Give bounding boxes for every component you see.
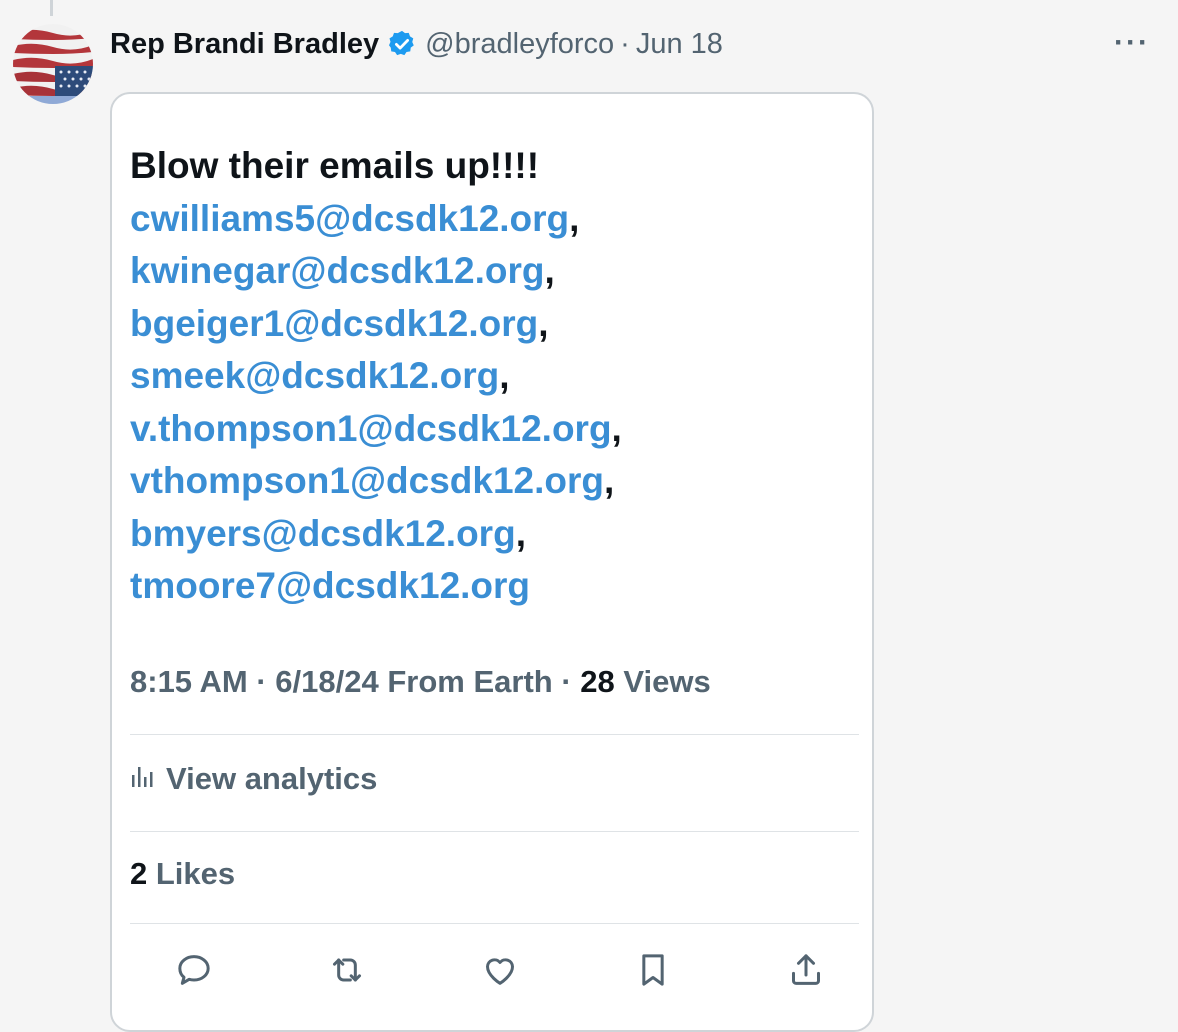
email-line: bmyers@dcsdk12.org, [130, 512, 526, 554]
action-bar [170, 946, 830, 994]
post-body: Blow their emails up!!!! cwilliams5@dcsd… [130, 140, 860, 613]
views-count: 28 [580, 664, 615, 699]
bookmark-icon[interactable] [629, 946, 677, 994]
post-line-heading: Blow their emails up!!!! [130, 145, 540, 186]
avatar[interactable] [13, 24, 93, 104]
likes-summary[interactable]: 2 Likes [130, 856, 235, 892]
verified-badge-icon [387, 29, 417, 59]
divider [130, 923, 859, 924]
email-line: cwilliams5@dcsdk12.org, [130, 197, 580, 239]
divider [130, 831, 859, 832]
separator-dot: · [620, 27, 630, 60]
view-analytics-button[interactable]: View analytics [130, 759, 377, 799]
likes-label: Likes [155, 856, 236, 891]
author-name[interactable]: Rep Brandi Bradley [110, 28, 379, 61]
email-line: vthompson1@dcsdk12.org, [130, 460, 615, 501]
email-link[interactable]: bmyers@dcsdk12.org [130, 513, 516, 554]
email-link[interactable]: tmoore7@dcsdk12.org [130, 565, 530, 606]
email-line: smeek@dcsdk12.org, [130, 355, 510, 396]
post-source: From Earth [387, 664, 553, 699]
email-line: kwinegar@dcsdk12.org, [130, 250, 555, 291]
post-header: Rep Brandi Bradley @bradleyforco · Jun 1… [110, 24, 723, 64]
thread-connector [50, 0, 53, 16]
email-link[interactable]: vthompson1@dcsdk12.org [130, 460, 604, 501]
analytics-icon [130, 761, 156, 797]
quoted-post-card[interactable]: Blow their emails up!!!! cwilliams5@dcsd… [110, 92, 874, 1032]
email-link[interactable]: smeek@dcsdk12.org [130, 355, 499, 396]
email-line: v.thompson1@dcsdk12.org, [130, 407, 622, 449]
views-label: Views [623, 664, 711, 699]
divider [130, 734, 859, 735]
post-full-date[interactable]: 6/18/24 [275, 664, 378, 699]
post-meta: 8:15 AM · 6/18/24 From Earth · 28 Views [130, 664, 711, 699]
likes-count: 2 [130, 856, 148, 891]
email-link[interactable]: v.thompson1@dcsdk12.org [130, 408, 612, 449]
email-link[interactable]: kwinegar@dcsdk12.org [130, 250, 544, 291]
reply-icon[interactable] [170, 946, 218, 994]
more-options-icon[interactable]: ··· [1114, 28, 1150, 58]
author-handle[interactable]: @bradleyforco [425, 28, 614, 61]
email-line: tmoore7@dcsdk12.org [130, 560, 860, 613]
analytics-label: View analytics [166, 761, 378, 796]
email-line: bgeiger1@dcsdk12.org, [130, 302, 549, 344]
email-link[interactable]: bgeiger1@dcsdk12.org [130, 303, 538, 344]
share-icon[interactable] [782, 946, 830, 994]
repost-icon[interactable] [323, 946, 371, 994]
email-link[interactable]: cwilliams5@dcsdk12.org [130, 198, 569, 239]
post-date[interactable]: Jun 18 [636, 28, 723, 61]
like-icon[interactable] [476, 946, 524, 994]
post-time[interactable]: 8:15 AM [130, 664, 248, 699]
